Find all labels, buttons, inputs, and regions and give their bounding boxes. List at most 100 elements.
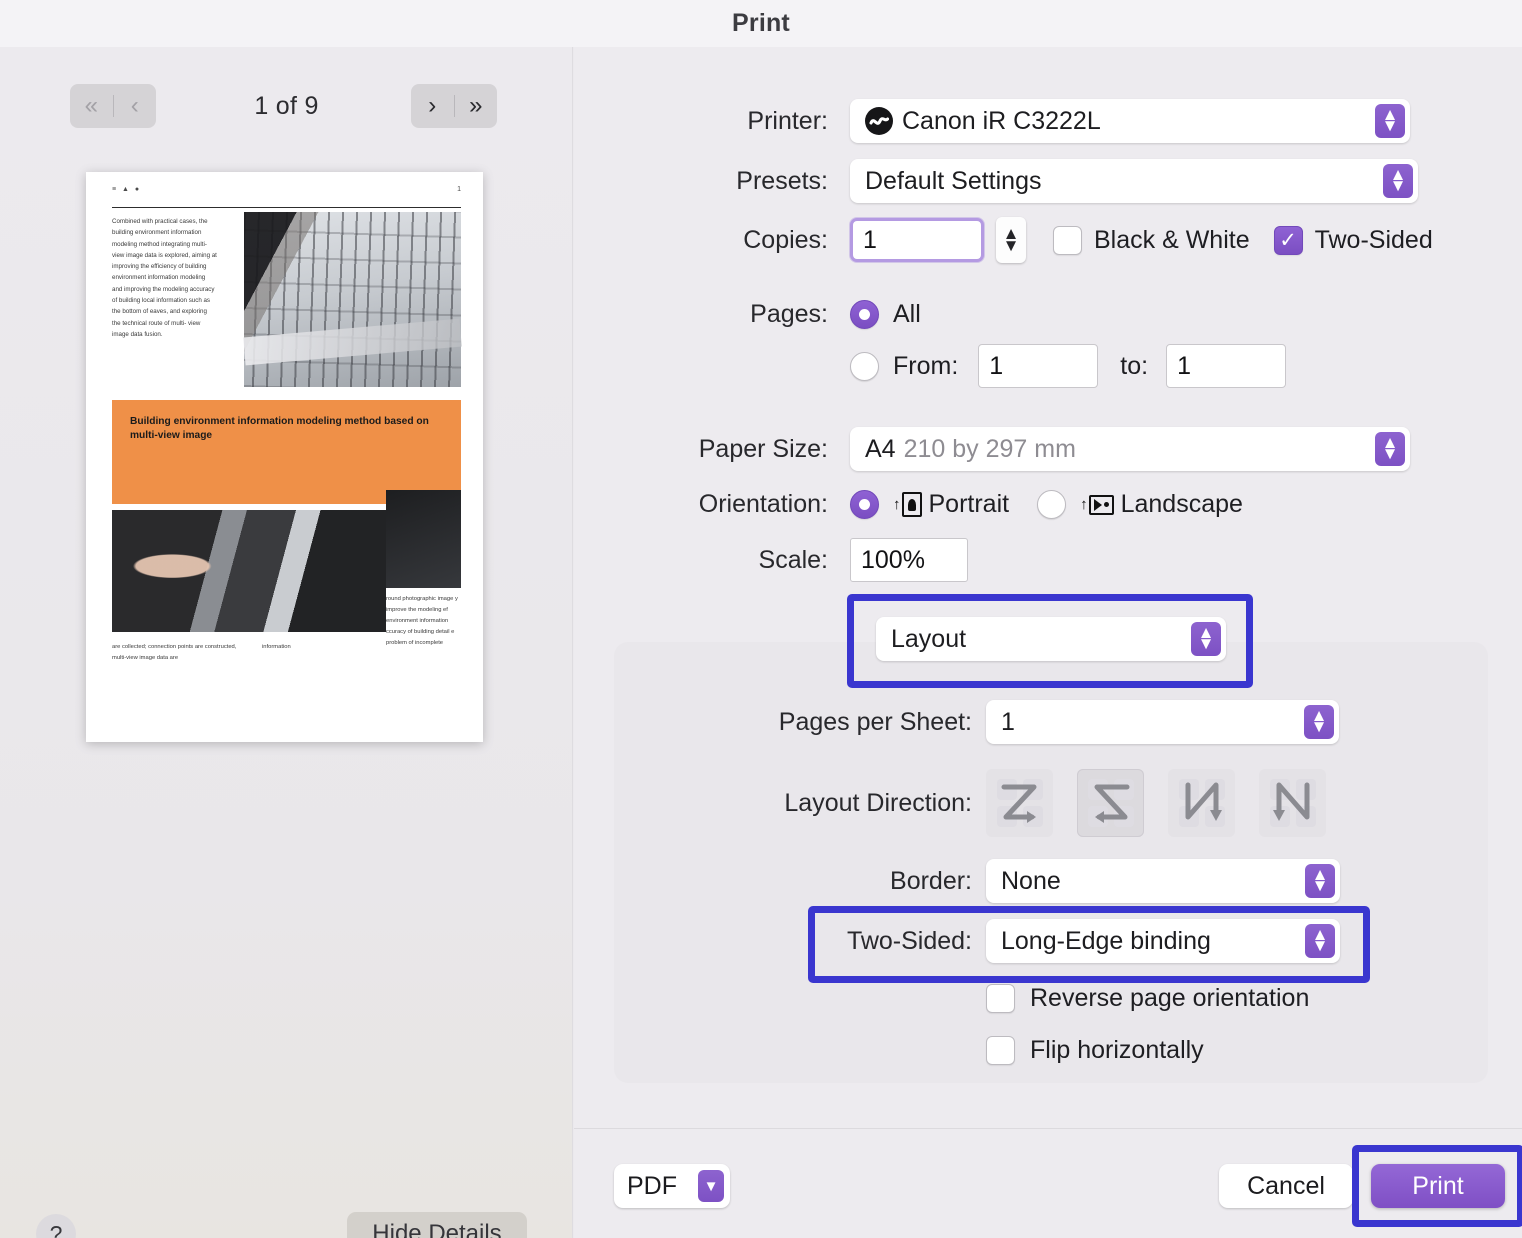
layout-two-sided-select[interactable]: Long-Edge binding ▲ ▼ (986, 919, 1340, 963)
landscape-icon: ↑ (1080, 494, 1114, 515)
border-value: None (1001, 866, 1061, 895)
printer-row: Printer: Canon iR C3222L ▲ ▼ (574, 99, 1434, 143)
document-title-text: Building environment information modelin… (130, 416, 429, 442)
printer-select[interactable]: Canon iR C3222L ▲ ▼ (850, 99, 1410, 143)
paper-size-select[interactable]: A4 210 by 297 mm ▲ ▼ (850, 427, 1410, 471)
chevron-down-icon[interactable]: ▼ (698, 1170, 724, 1202)
reverse-page-orientation-checkbox[interactable] (986, 984, 1015, 1013)
cancel-button[interactable]: Cancel (1219, 1164, 1353, 1208)
border-row: Border: None ▲ ▼ (574, 859, 1340, 903)
document-right-text: round photographic image y improve the m… (386, 596, 458, 646)
scale-value: 100% (861, 545, 925, 574)
pages-per-sheet-select[interactable]: 1 ▲ ▼ (986, 700, 1339, 744)
hide-details-button[interactable]: Hide Details (347, 1212, 527, 1238)
pages-from-value: 1 (989, 351, 1004, 380)
document-photo-monitor (386, 490, 461, 588)
chevron-updown-icon[interactable]: ▲ ▼ (1305, 864, 1335, 898)
chevron-updown-icon[interactable]: ▲ ▼ (1305, 924, 1335, 958)
paper-size-dimensions: 210 by 297 mm (903, 434, 1076, 463)
header-page-number: 1 (457, 186, 461, 193)
print-button[interactable]: Print (1371, 1164, 1505, 1208)
layout-direction-option-across-left[interactable] (1077, 769, 1144, 837)
layout-two-sided-label: Two-Sided: (846, 926, 972, 955)
orientation-portrait-radio[interactable] (850, 490, 879, 519)
orientation-landscape-label: Landscape (1120, 490, 1243, 518)
two-sided-label: Two-Sided (1314, 225, 1433, 254)
black-and-white-label: Black & White (1094, 225, 1250, 254)
pages-all-row: Pages: All (574, 300, 921, 329)
last-page-button[interactable]: » (455, 84, 498, 128)
pages-label: Pages: (750, 300, 828, 328)
paper-size-value: A4 (865, 434, 896, 463)
pdf-button-label: PDF (627, 1171, 677, 1200)
layout-direction-label: Layout Direction: (784, 788, 972, 817)
pages-all-radio[interactable] (850, 300, 879, 329)
pages-per-sheet-value: 1 (1001, 707, 1015, 736)
copies-row: Copies: 1 ▲ ▼ Black & White ✓ Two-Sided (574, 217, 1454, 263)
scale-input[interactable]: 100% (850, 538, 968, 582)
printer-value: Canon iR C3222L (902, 106, 1101, 135)
black-and-white-checkbox[interactable] (1053, 225, 1082, 255)
chevron-updown-icon[interactable]: ▲ ▼ (1383, 164, 1413, 198)
flip-horizontally-label: Flip horizontally (1030, 1036, 1204, 1064)
help-button[interactable]: ? (36, 1214, 76, 1238)
paper-size-row: Paper Size: A4 210 by 297 mm ▲ ▼ (574, 427, 1410, 471)
copies-value: 1 (863, 225, 877, 254)
orientation-label: Orientation: (698, 490, 828, 518)
header-left-marks: ≡ ▲ ● (112, 186, 142, 193)
orientation-landscape-radio[interactable] (1037, 490, 1067, 519)
print-preview-pane: « ‹ 1 of 9 › » ≡ ▲ ● 1 Combined with pra… (0, 47, 573, 1238)
copies-input[interactable]: 1 (850, 218, 984, 262)
feature-menu-select[interactable]: Layout ▲ ▼ (876, 617, 1226, 661)
layout-two-sided-row: Two-Sided: Long-Edge binding ▲ ▼ (574, 919, 1340, 963)
stepper-down-icon[interactable]: ▼ (1003, 237, 1020, 254)
layout-direction-option-down-left[interactable] (1259, 769, 1326, 837)
pages-per-sheet-label: Pages per Sheet: (778, 707, 972, 736)
next-page-button[interactable]: › (411, 84, 454, 128)
border-label: Border: (890, 866, 972, 895)
scale-label: Scale: (758, 545, 828, 574)
printer-label: Printer: (747, 106, 828, 135)
layout-two-sided-value: Long-Edge binding (1001, 926, 1211, 955)
pages-from-input[interactable]: 1 (978, 344, 1099, 388)
document-running-header: ≡ ▲ ● 1 (112, 186, 461, 208)
pages-range-radio[interactable] (850, 351, 879, 381)
chevron-updown-icon[interactable]: ▲ ▼ (1375, 432, 1405, 466)
layout-direction-option-across-right[interactable] (986, 769, 1053, 837)
pages-to-value: 1 (1177, 351, 1191, 380)
two-sided-checkbox[interactable]: ✓ (1273, 225, 1303, 255)
pages-to-label: to: (1120, 351, 1149, 380)
feature-menu-value: Layout (891, 624, 967, 653)
pages-all-label: All (893, 300, 921, 328)
flip-horizontally-checkbox[interactable] (986, 1036, 1015, 1065)
pages-to-input[interactable]: 1 (1166, 344, 1287, 388)
chevron-updown-icon[interactable]: ▲ ▼ (1304, 705, 1334, 739)
layout-direction-row: Layout Direction: (574, 769, 1326, 837)
flip-horizontally-row: Flip horizontally (574, 1036, 1204, 1065)
reverse-page-orientation-label: Reverse page orientation (1030, 984, 1310, 1012)
chevron-updown-icon[interactable]: ▲ ▼ (1375, 104, 1405, 138)
pager-forward-group[interactable]: › » (411, 84, 497, 128)
reverse-page-orientation-row: Reverse page orientation (574, 984, 1309, 1013)
copies-label: Copies: (743, 225, 828, 254)
layout-direction-option-down-right[interactable] (1168, 769, 1235, 837)
print-settings-pane: Printer: Canon iR C3222L ▲ ▼ Presets: Def… (574, 47, 1522, 1238)
presets-value: Default Settings (865, 166, 1042, 195)
pages-from-label: From: (893, 351, 959, 380)
paper-size-label: Paper Size: (698, 434, 828, 463)
pages-per-sheet-row: Pages per Sheet: 1 ▲ ▼ (574, 700, 1339, 744)
preview-pager: « ‹ 1 of 9 › » (0, 84, 573, 146)
presets-label: Presets: (736, 166, 828, 195)
pages-range-row: From: 1 to: 1 (574, 344, 1287, 388)
border-select[interactable]: None ▲ ▼ (986, 859, 1340, 903)
document-bottom-mid-text: information (262, 644, 291, 650)
orientation-portrait-label: Portrait (928, 490, 1010, 518)
chevron-updown-icon[interactable]: ▲ ▼ (1191, 622, 1221, 656)
pdf-button[interactable]: PDF ▼ (614, 1164, 730, 1208)
portrait-icon: ↑ (893, 492, 922, 517)
page-thumbnail[interactable]: ≡ ▲ ● 1 Combined with practical cases, t… (86, 172, 483, 742)
document-title-block: Building environment information modelin… (112, 400, 461, 504)
layout-direction-options (986, 769, 1326, 837)
presets-select[interactable]: Default Settings ▲ ▼ (850, 159, 1418, 203)
copies-stepper[interactable]: ▲ ▼ (996, 217, 1026, 263)
